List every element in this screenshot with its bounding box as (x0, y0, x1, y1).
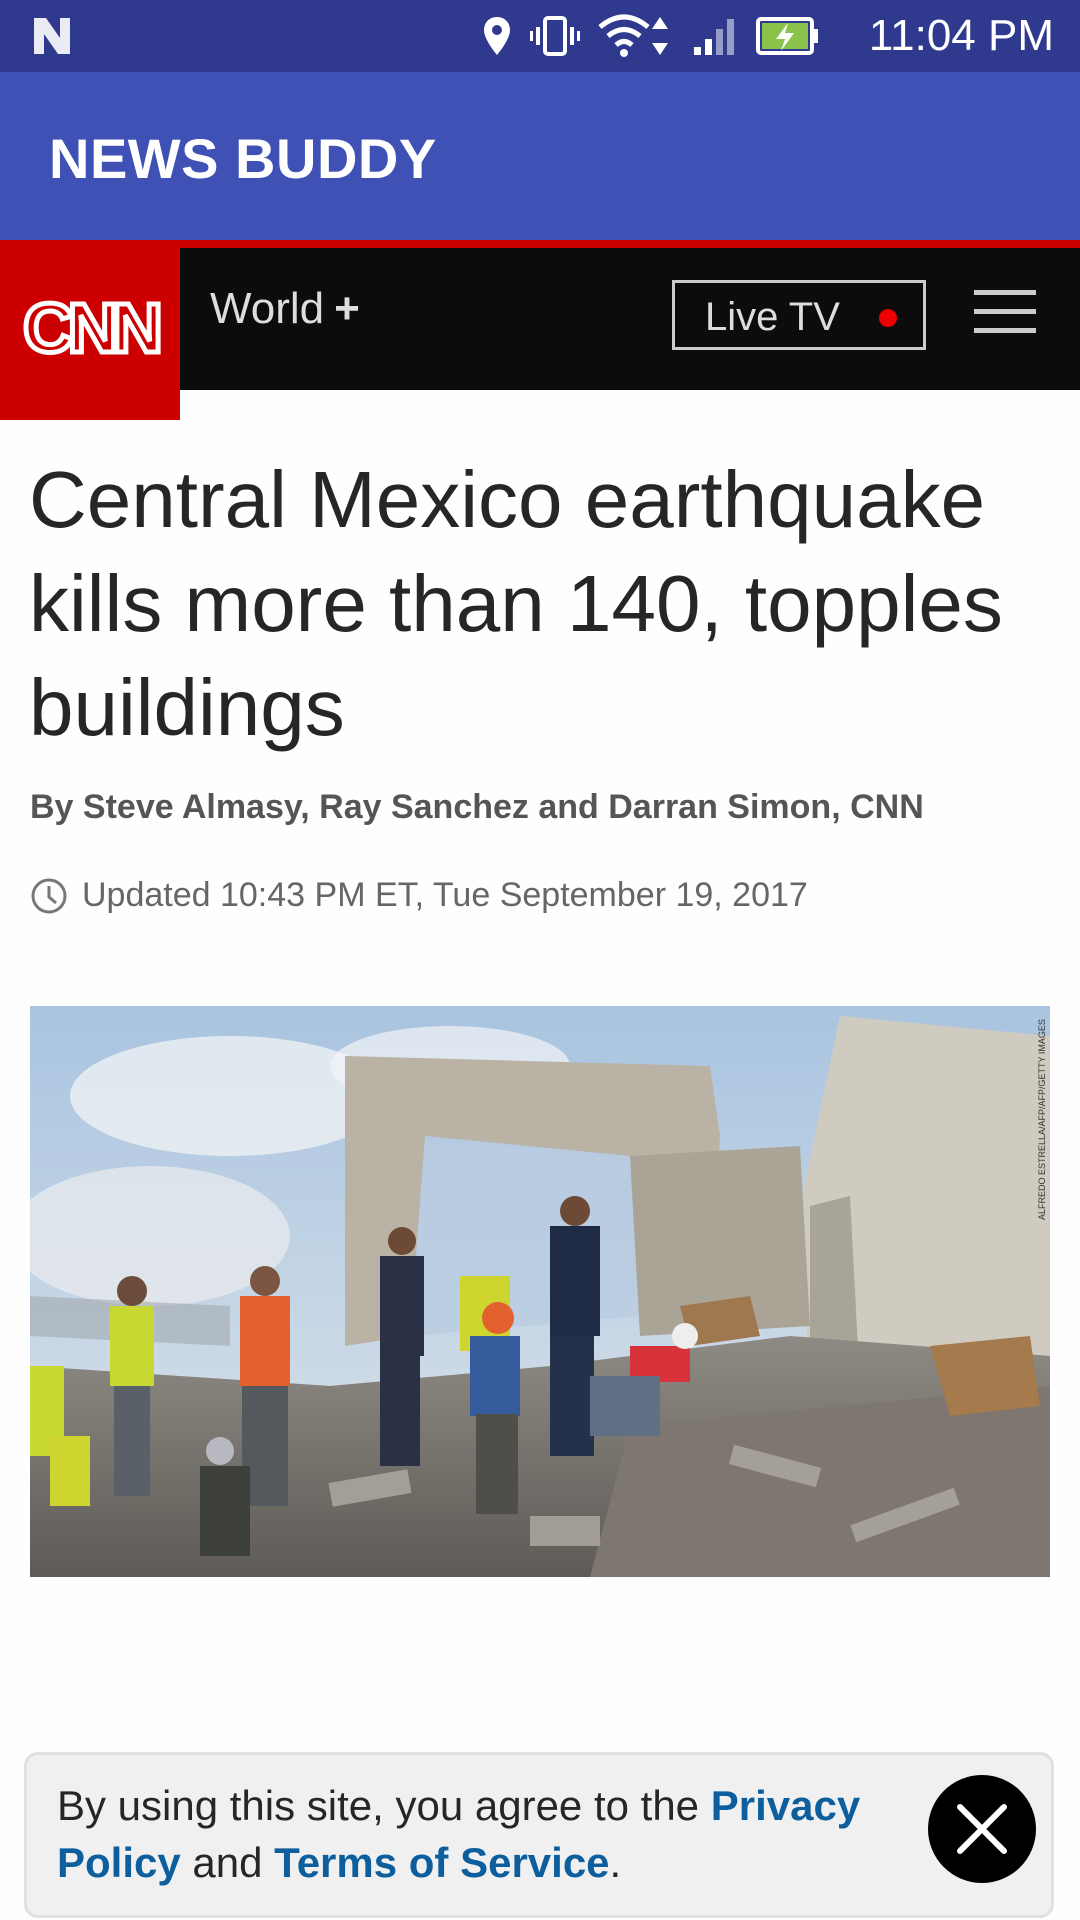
section-expand-icon: + (334, 284, 360, 333)
hamburger-menu-icon[interactable] (974, 290, 1036, 334)
consent-text: By using this site, you agree to the Pri… (57, 1777, 937, 1891)
live-tv-label: Live TV (705, 295, 840, 339)
notification-n-icon (34, 18, 70, 54)
updated-text: Updated 10:43 PM ET, Tue September 19, 2… (82, 876, 808, 914)
close-consent-button[interactable] (928, 1775, 1036, 1883)
article-timestamp: Updated 10:43 PM ET, Tue September 19, 2… (30, 876, 808, 915)
consent-suffix: . (609, 1839, 622, 1886)
article-headline: Central Mexico earthquake kills more tha… (29, 455, 1003, 752)
cnn-logo[interactable]: CNN (0, 240, 180, 420)
consent-middle: and (180, 1839, 275, 1886)
wifi-icon (598, 14, 668, 57)
app-bar: NEWS BUDDY (0, 72, 1080, 240)
consent-banner: By using this site, you agree to the Pri… (24, 1752, 1054, 1918)
clock-icon (31, 878, 67, 913)
section-menu-world[interactable]: World + (210, 284, 360, 334)
svg-text:ALFREDO ESTRELLA/AFP/AFP/GETTY: ALFREDO ESTRELLA/AFP/AFP/GETTY IMAGES (1037, 1019, 1047, 1220)
battery-charging-icon (756, 17, 818, 55)
svg-text:CNN: CNN (23, 292, 158, 364)
terms-of-service-link[interactable]: Terms of Service (274, 1839, 609, 1886)
app-title: NEWS BUDDY (49, 127, 437, 190)
article-byline: By Steve Almasy, Ray Sanchez and Darran … (30, 788, 924, 826)
earthquake-rubble-image (30, 1006, 1050, 1577)
consent-prefix: By using this site, you agree to the (57, 1782, 711, 1829)
status-time: 11:04 PM (868, 11, 1054, 60)
article-photo[interactable] (30, 1006, 1050, 1577)
status-bar: 11:04 PM (0, 0, 1080, 72)
location-icon (484, 17, 510, 55)
cnn-logo-mark: CNN (21, 292, 166, 364)
photo-credit: ALFREDO ESTRELLA/AFP/AFP/GETTY IMAGES (1037, 1019, 1047, 1220)
close-icon (957, 1804, 1007, 1854)
vibrate-icon (530, 16, 580, 56)
live-tv-button[interactable]: Live TV (672, 280, 926, 350)
section-label: World (210, 284, 325, 333)
signal-icon (694, 19, 734, 55)
live-indicator-icon (879, 309, 897, 327)
